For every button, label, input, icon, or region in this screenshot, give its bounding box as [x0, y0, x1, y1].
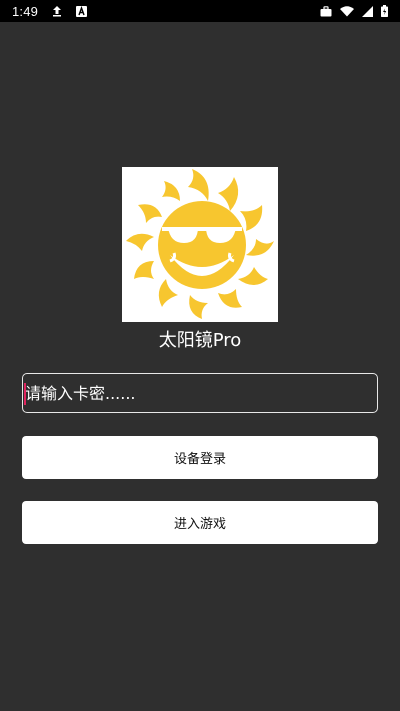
- card-key-field[interactable]: [22, 373, 378, 413]
- battery-icon: [381, 5, 388, 17]
- upload-icon: [52, 5, 62, 17]
- a-notification-icon: [76, 5, 88, 17]
- device-login-button[interactable]: 设备登录: [22, 436, 378, 479]
- briefcase-icon: [320, 5, 332, 17]
- status-time: 1:49: [12, 3, 39, 19]
- app-title: 太阳镜Pro: [158, 330, 242, 351]
- text-cursor: [24, 383, 26, 405]
- login-screen: 1:49 太阳镜Pro 请输入卡密...... 设备登录 进入游戏: [0, 0, 400, 711]
- card-key-input[interactable]: [23, 374, 377, 412]
- status-right: [320, 5, 388, 17]
- sun-logo-graphic: [126, 169, 274, 319]
- sun-with-sunglasses-logo: [122, 167, 278, 322]
- enter-game-button[interactable]: 进入游戏: [22, 501, 378, 544]
- status-bar: 1:49: [0, 0, 400, 22]
- signal-icon: [362, 5, 373, 17]
- status-left: 1:49: [12, 3, 88, 19]
- wifi-icon: [340, 5, 354, 17]
